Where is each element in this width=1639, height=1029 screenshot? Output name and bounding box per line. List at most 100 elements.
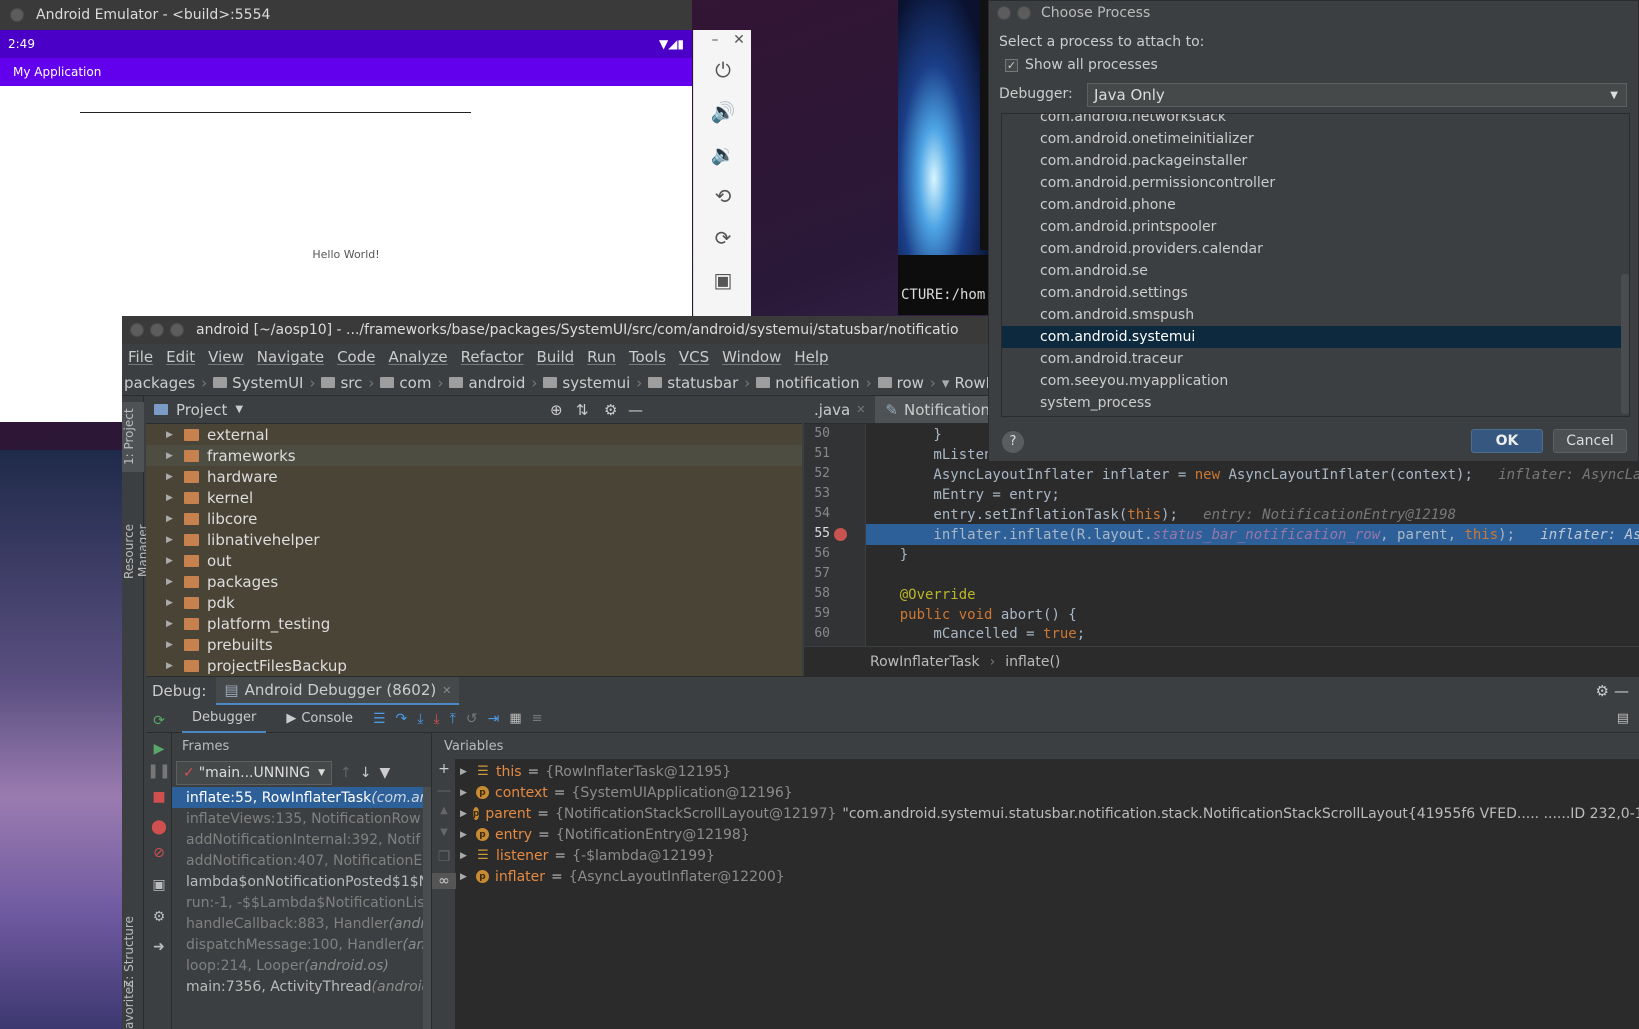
dialog-titlebar[interactable]: Choose Process: [989, 1, 1638, 25]
watches-icon[interactable]: ∞: [432, 873, 456, 889]
code-line[interactable]: public void abort() {: [866, 604, 1639, 625]
choose-process-dialog[interactable]: Choose Process Select a process to attac…: [988, 0, 1639, 462]
expand-icon[interactable]: ▶: [166, 556, 176, 566]
project-tool-tab[interactable]: 1: Project: [122, 402, 144, 472]
breadcrumb-item[interactable]: android: [449, 374, 525, 392]
tree-item[interactable]: ▶ prebuilts: [146, 634, 802, 655]
breadcrumb-item[interactable]: systemui: [543, 374, 630, 392]
menu-navigate[interactable]: Navigate: [257, 348, 324, 366]
menu-tools[interactable]: Tools: [629, 348, 666, 366]
debugger-tab[interactable]: Debugger: [182, 705, 267, 733]
tree-item[interactable]: ▶ out: [146, 550, 802, 571]
arrow-down-icon[interactable]: ▼: [432, 827, 456, 838]
expand-icon[interactable]: ▶: [166, 619, 176, 629]
tree-item[interactable]: ▶ hardware: [146, 466, 802, 487]
process-item[interactable]: com.android.onetimeinitializer: [1002, 128, 1629, 150]
gear-icon[interactable]: ⚙: [1596, 682, 1609, 700]
expand-icon[interactable]: ▶: [166, 640, 176, 650]
thread-selector[interactable]: ✓ "main...UNNING ▼: [176, 761, 332, 785]
tree-item[interactable]: ▶ packages: [146, 571, 802, 592]
pin-icon[interactable]: ➜: [146, 939, 172, 955]
locate-icon[interactable]: ⊕: [550, 401, 563, 419]
gear-icon[interactable]: ⚙: [604, 401, 617, 419]
code-line[interactable]: mEntry = entry;: [866, 484, 1639, 505]
breadcrumb-item[interactable]: row: [877, 374, 924, 392]
background-terminal[interactable]: CTURE:/hom: [898, 255, 988, 315]
rerun-icon[interactable]: ⟳: [146, 713, 172, 729]
expand-icon[interactable]: ▶: [460, 872, 470, 882]
run-to-cursor-icon[interactable]: ⇥: [488, 711, 500, 727]
drop-frame-icon[interactable]: ↺: [466, 711, 478, 727]
process-item[interactable]: com.seeyou.myapplication: [1002, 370, 1629, 392]
tree-item[interactable]: ▶ kernel: [146, 487, 802, 508]
power-icon[interactable]: ⏻: [694, 58, 752, 82]
editor-gutter[interactable]: 50 51 52 53 54 55 56 57 58 59 60: [804, 424, 866, 646]
maximize-icon[interactable]: [1017, 6, 1031, 20]
expand-icon[interactable]: ▶: [166, 430, 176, 440]
breadcrumb-item[interactable]: notification: [756, 374, 860, 392]
expand-icon[interactable]: ▶: [166, 577, 176, 587]
hide-icon[interactable]: —: [628, 401, 643, 419]
process-item[interactable]: system_process: [1002, 392, 1629, 414]
help-button[interactable]: ?: [1002, 431, 1024, 453]
menu-vcs[interactable]: VCS: [679, 348, 709, 366]
evaluate-expression-icon[interactable]: ▦: [509, 711, 521, 726]
settings-icon[interactable]: ⚙: [146, 909, 172, 925]
expand-icon[interactable]: ▶: [166, 493, 176, 503]
emulator-titlebar[interactable]: Android Emulator - <build>:5554: [0, 0, 692, 30]
text-field[interactable]: [80, 112, 471, 113]
debugger-select[interactable]: Java Only ▼: [1087, 83, 1627, 107]
arrow-up-icon[interactable]: ↑: [340, 765, 352, 781]
variable-row[interactable]: ▶ p inflater = {AsyncLayoutInflater@12200}: [432, 866, 1639, 887]
expand-icon[interactable]: ▶: [166, 451, 176, 461]
menu-build[interactable]: Build: [537, 348, 575, 366]
menu-window[interactable]: Window: [722, 348, 781, 366]
variable-row[interactable]: ▶ ☰ this = {RowInflaterTask@12195}: [432, 761, 1639, 782]
hide-icon[interactable]: —: [1614, 682, 1629, 700]
process-list[interactable]: com.android.networkstack com.android.one…: [1001, 113, 1630, 417]
maximize-icon[interactable]: [170, 323, 184, 337]
step-into-icon[interactable]: ⤓: [417, 711, 423, 727]
code-line[interactable]: }: [866, 544, 1639, 565]
breakpoint-icon[interactable]: [834, 528, 847, 541]
structure-tab[interactable]: Z: Structure: [122, 912, 144, 992]
code-line[interactable]: entry.setInflationTask(this); entry: Not…: [866, 504, 1639, 525]
process-item[interactable]: com.android.permissioncontroller: [1002, 172, 1629, 194]
execution-line[interactable]: inflater.inflate(R.layout. status_bar_not…: [866, 524, 1639, 545]
process-item[interactable]: com.android.traceur: [1002, 348, 1629, 370]
tree-item[interactable]: ▶ external: [146, 424, 802, 445]
scrollbar[interactable]: [423, 787, 431, 1029]
stack-frame[interactable]: inflateViews:135, NotificationRow: [172, 808, 431, 829]
breadcrumb-item[interactable]: packages: [124, 374, 195, 392]
step-over-icon[interactable]: ↷: [396, 711, 408, 727]
arrow-up-icon[interactable]: ▲: [432, 805, 456, 816]
code-line[interactable]: [866, 564, 1639, 585]
breadcrumb-item[interactable]: statusbar: [648, 374, 738, 392]
stack-frame[interactable]: inflate:55, RowInflaterTask (com.an: [172, 787, 431, 808]
arrow-down-icon[interactable]: ↓: [360, 765, 372, 781]
mute-breakpoints-icon[interactable]: ⊘: [146, 845, 172, 861]
camera-icon[interactable]: ▣: [694, 268, 752, 292]
process-item[interactable]: com.android.printspooler: [1002, 216, 1629, 238]
menu-run[interactable]: Run: [587, 348, 616, 366]
collapse-all-icon[interactable]: ⇅: [576, 401, 589, 419]
camera-icon[interactable]: ▣: [146, 877, 172, 893]
stack-frame[interactable]: loop:214, Looper (android.os): [172, 955, 431, 976]
volume-down-icon[interactable]: 🔉: [694, 142, 752, 166]
pause-icon[interactable]: ❚❚: [146, 763, 172, 779]
expand-icon[interactable]: ▶: [460, 788, 470, 798]
close-icon[interactable]: [130, 323, 144, 337]
tree-item[interactable]: ▶ projectFilesBackup: [146, 655, 802, 676]
expand-icon[interactable]: ▶: [166, 535, 176, 545]
scrollbar[interactable]: [1621, 274, 1629, 414]
minimize-icon[interactable]: [150, 323, 164, 337]
favorites-tab[interactable]: avorites: [122, 981, 144, 1029]
expand-icon[interactable]: ▶: [460, 809, 467, 819]
debug-session-tab[interactable]: ▤ Android Debugger (8602) ✕: [216, 677, 460, 705]
force-step-into-icon[interactable]: ⤓: [433, 711, 439, 727]
show-all-label[interactable]: Show all processes: [1025, 57, 1158, 73]
process-item[interactable]: com.android.settings: [1002, 282, 1629, 304]
trace-icon[interactable]: ≡: [532, 711, 543, 726]
stack-frame[interactable]: dispatchMessage:100, Handler (an: [172, 934, 431, 955]
menu-analyze[interactable]: Analyze: [388, 348, 447, 366]
